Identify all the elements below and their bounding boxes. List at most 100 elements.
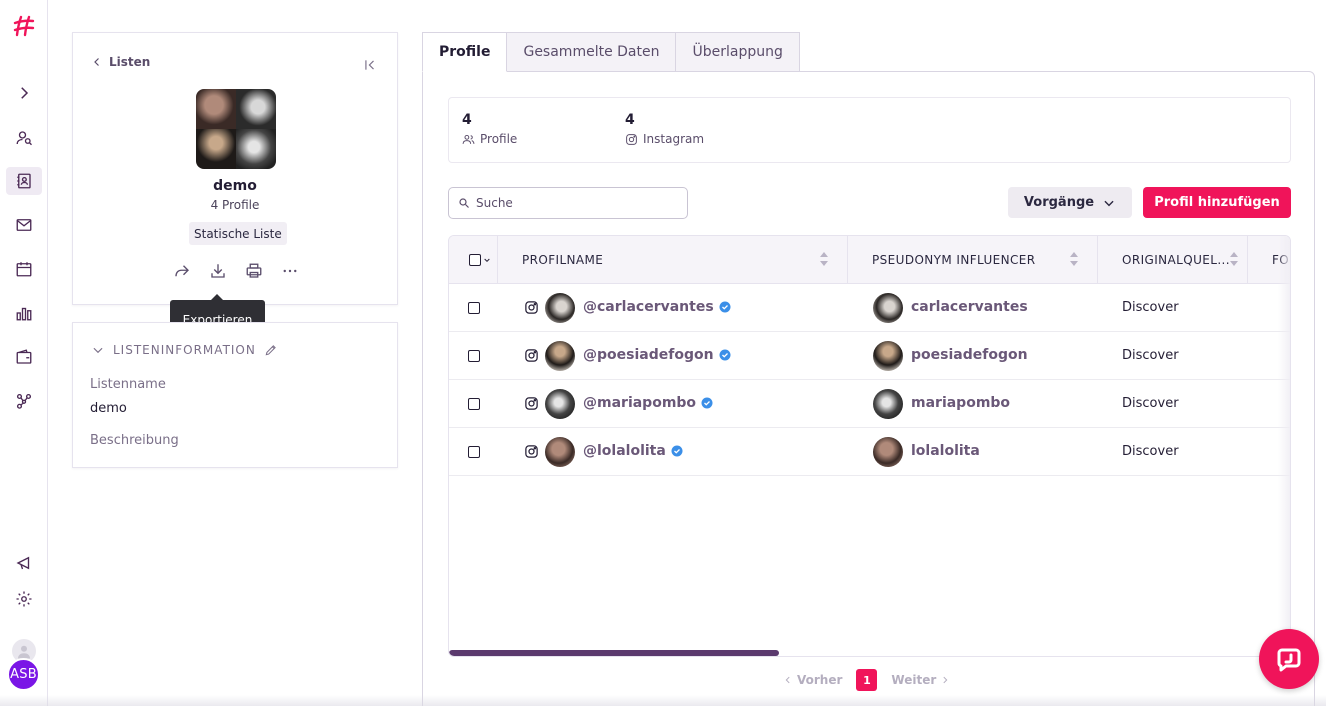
profile-handle[interactable]: @poesiadefogon bbox=[583, 347, 731, 363]
hashtag-logo-icon[interactable] bbox=[12, 14, 36, 38]
profile-avatar bbox=[545, 341, 575, 371]
column-pseudonym[interactable]: PSEUDONYM INFLUENCER bbox=[848, 236, 1098, 284]
profiles-table: PROFILNAME PSEUDONYM INFLUENCER ORIGINAL… bbox=[448, 235, 1291, 657]
nav-settings[interactable] bbox=[6, 585, 42, 613]
bar-chart-icon bbox=[16, 307, 32, 321]
more-icon[interactable] bbox=[279, 260, 301, 282]
verified-badge-icon bbox=[671, 445, 683, 457]
bottom-edge-shadow bbox=[0, 695, 1326, 706]
profile-handle[interactable]: @carlacervantes bbox=[583, 299, 731, 315]
pseudonym-name[interactable]: lolalolita bbox=[911, 443, 980, 459]
next-page-button[interactable]: Weiter bbox=[891, 673, 950, 687]
chevron-down-icon bbox=[1104, 200, 1114, 206]
nav-rail: ASB bbox=[0, 0, 48, 706]
nav-announcements[interactable] bbox=[6, 549, 42, 577]
nav-mail[interactable] bbox=[6, 211, 42, 239]
profile-handle[interactable]: @mariapombo bbox=[583, 395, 713, 411]
operations-dropdown[interactable]: Vorgänge bbox=[1008, 187, 1132, 218]
chevron-left-icon bbox=[94, 58, 99, 66]
source-value: Discover bbox=[1122, 300, 1179, 315]
instagram-icon bbox=[525, 397, 538, 410]
profile-handle-text: @mariapombo bbox=[583, 395, 697, 411]
list-card: Listen demo 4 Profile Statische Liste bbox=[72, 32, 398, 305]
nav-network[interactable] bbox=[6, 387, 42, 415]
profile-handle-text: @lolalolita bbox=[583, 443, 666, 459]
table-header: PROFILNAME PSEUDONYM INFLUENCER ORIGINAL… bbox=[449, 236, 1290, 284]
sort-icon[interactable] bbox=[1069, 250, 1079, 268]
profile-handle-text: @carlacervantes bbox=[583, 299, 714, 315]
edit-pencil-icon[interactable] bbox=[264, 343, 278, 357]
back-link-label: Listen bbox=[109, 55, 151, 69]
search-input[interactable] bbox=[476, 196, 676, 210]
verified-badge-icon bbox=[719, 301, 731, 313]
row-checkbox[interactable] bbox=[468, 350, 480, 362]
column-pseudonym-label: PSEUDONYM INFLUENCER bbox=[872, 253, 1036, 267]
source-value: Discover bbox=[1122, 444, 1179, 459]
column-profile-name[interactable]: PROFILNAME bbox=[498, 236, 848, 284]
table-row[interactable]: @lolalolita lolalolita Discover bbox=[449, 428, 1290, 476]
select-all-checkbox[interactable] bbox=[469, 254, 481, 266]
sort-icon[interactable] bbox=[819, 250, 829, 268]
list-profile-count: 4 Profile bbox=[210, 198, 260, 212]
stat-instagram: 4 Instagram bbox=[625, 112, 704, 146]
chevron-down-icon bbox=[93, 347, 103, 354]
table-row[interactable]: @mariapombo mariapombo Discover bbox=[449, 380, 1290, 428]
download-icon[interactable] bbox=[207, 260, 229, 282]
nav-wallet[interactable] bbox=[6, 343, 42, 371]
nav-profile-search[interactable] bbox=[6, 124, 42, 152]
nav-calendar[interactable] bbox=[6, 255, 42, 283]
chevron-left-icon bbox=[785, 676, 790, 684]
collapse-panel-icon[interactable] bbox=[363, 57, 377, 71]
user-avatar[interactable]: ASB bbox=[7, 658, 40, 691]
list-info-title: LISTENINFORMATION bbox=[113, 343, 256, 357]
row-checkbox[interactable] bbox=[468, 302, 480, 314]
sort-icon[interactable] bbox=[1229, 250, 1239, 268]
stat-profiles-label: Profile bbox=[480, 132, 518, 146]
table-row[interactable]: @carlacervantes carlacervantes Discover bbox=[449, 284, 1290, 332]
column-source[interactable]: ORIGINALQUEL... bbox=[1098, 236, 1248, 284]
profile-handle-text: @poesiadefogon bbox=[583, 347, 714, 363]
profiles-panel: 4 Profile 4 Instagram Vorgänge Prof bbox=[422, 71, 1315, 706]
horizontal-scrollbar[interactable] bbox=[449, 650, 779, 656]
chevron-down-icon[interactable] bbox=[483, 256, 491, 264]
pseudonym-avatar bbox=[873, 389, 903, 419]
instagram-icon bbox=[525, 349, 538, 362]
print-icon[interactable] bbox=[243, 260, 265, 282]
list-info-header[interactable]: LISTENINFORMATION bbox=[91, 343, 278, 357]
current-page[interactable]: 1 bbox=[856, 669, 878, 691]
support-chat-button[interactable] bbox=[1259, 629, 1319, 689]
tab-profile[interactable]: Profile bbox=[422, 32, 508, 72]
share-icon[interactable] bbox=[171, 260, 193, 282]
source-value: Discover bbox=[1122, 396, 1179, 411]
description-label: Beschreibung bbox=[90, 433, 179, 448]
pseudonym-avatar bbox=[873, 437, 903, 467]
nav-reports[interactable] bbox=[6, 299, 42, 327]
verified-badge-icon bbox=[719, 349, 731, 361]
pseudonym-name[interactable]: carlacervantes bbox=[911, 299, 1028, 315]
stat-profiles: 4 Profile bbox=[462, 112, 517, 146]
tab-overlap[interactable]: Überlappung bbox=[675, 32, 800, 72]
main-tabs: Profile Gesammelte Daten Überlappung bbox=[422, 32, 800, 72]
pseudonym-name[interactable]: mariapombo bbox=[911, 395, 1010, 411]
expand-nav-button[interactable] bbox=[6, 79, 42, 107]
nav-lists[interactable] bbox=[6, 167, 42, 195]
previous-page-button[interactable]: Vorher bbox=[783, 673, 842, 687]
pseudonym-name[interactable]: poesiadefogon bbox=[911, 347, 1028, 363]
contacts-book-icon bbox=[17, 173, 31, 189]
stat-profiles-value: 4 bbox=[462, 112, 472, 128]
select-all-cell bbox=[449, 236, 498, 284]
user-search-icon bbox=[16, 131, 32, 146]
row-checkbox[interactable] bbox=[468, 446, 480, 458]
row-checkbox[interactable] bbox=[468, 398, 480, 410]
chat-bubble-icon bbox=[1277, 648, 1301, 672]
add-profile-button[interactable]: Profil hinzufügen bbox=[1143, 187, 1291, 218]
operations-label: Vorgänge bbox=[1023, 195, 1095, 210]
table-row[interactable]: @poesiadefogon poesiadefogon Discover bbox=[449, 332, 1290, 380]
search-box bbox=[448, 187, 688, 219]
calendar-icon bbox=[16, 262, 32, 277]
profile-handle[interactable]: @lolalolita bbox=[583, 443, 683, 459]
back-to-lists-link[interactable]: Listen bbox=[91, 55, 150, 69]
profile-avatar bbox=[545, 389, 575, 419]
tab-collected-data[interactable]: Gesammelte Daten bbox=[506, 32, 677, 72]
instagram-icon bbox=[525, 301, 538, 314]
